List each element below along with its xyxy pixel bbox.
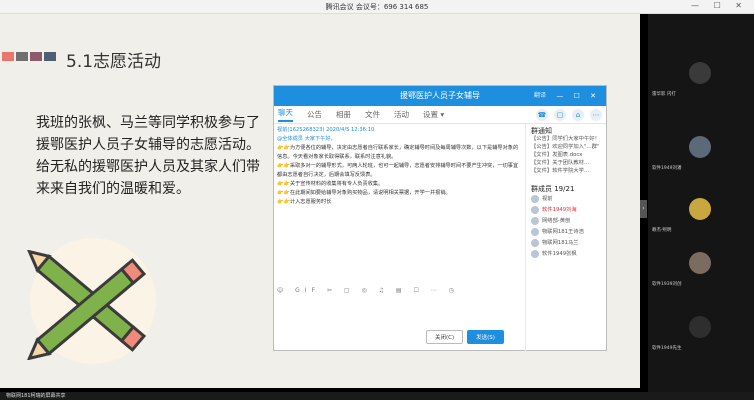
- member-item[interactable]: 物联网181马兰: [531, 237, 607, 248]
- tab-files[interactable]: 文件: [365, 109, 380, 120]
- message-line: 👉👉为方便各位的辅导，决定由志愿者自行联系家长，确定辅导时间及每周辅导次数，以下…: [277, 145, 519, 160]
- color-block: [2, 52, 14, 61]
- member-item[interactable]: 物联网181王诗浩: [531, 226, 607, 237]
- member-item[interactable]: 网络部-黄刨: [531, 215, 607, 226]
- member-item[interactable]: 软件1949刘海: [531, 204, 607, 215]
- notice-item[interactable]: 【文件】软件学院大学…: [531, 167, 607, 175]
- avatar: [531, 216, 539, 225]
- video-strip: 雷华影 闪打 软件1949刘潘 赖杰·熙明 软件1939刘创 软件1949先生: [648, 14, 754, 392]
- notice-item[interactable]: 【公告】欢迎同学加入"…群": [531, 143, 607, 151]
- collapse-handle[interactable]: ›: [640, 200, 647, 218]
- video-tile[interactable]: 软件1939刘创: [648, 246, 754, 289]
- video-tile[interactable]: 软件1949刘潘: [648, 130, 754, 173]
- screen-icon[interactable]: ▢: [554, 109, 566, 121]
- chat-messages: 视前(1625268323) 2020/4/5 12:36:10 @全体成员 大…: [277, 126, 521, 276]
- home-icon[interactable]: ⌂: [572, 109, 584, 121]
- title-bar: 腾讯会议 会议号：696 314 685 — ☐ ✕: [0, 0, 754, 14]
- group-tabs: 聊天 公告 相册 文件 活动 设置 ▾ ☎ ▢ ⌂ ⋯: [274, 106, 606, 124]
- group-sidebar: 群通知 【公告】同学们大家中午好！ 【公告】欢迎同学加入"…群" 【文件】发图表…: [525, 124, 607, 351]
- send-button[interactable]: 发送(S): [467, 330, 504, 344]
- notice-item[interactable]: 【文件】关于团队教材…: [531, 159, 607, 167]
- color-block: [44, 52, 56, 61]
- notice-item[interactable]: 【公告】同学们大家中午好！: [531, 135, 607, 143]
- avatar: [531, 194, 539, 203]
- screen-share-banner: 物联网181柯瑞的屏幕共享: [0, 392, 754, 400]
- group-chat-window: 援鄂医护人员子女辅导 翻译 — ☐ ✕ 聊天 公告 相册 文件 活动 设置 ▾ …: [273, 85, 607, 351]
- message-header: 视前(1625268323) 2020/4/5 12:36:10: [277, 127, 375, 133]
- title-color-blocks: [2, 52, 56, 61]
- video-tile[interactable]: 赖杰·熙明: [648, 192, 754, 235]
- message-line: 👉👉关于宣传材料的收集将有专人负责收集。: [277, 181, 384, 187]
- avatar: [689, 62, 711, 84]
- message-line: 👉👉计入志愿服务时长: [277, 199, 332, 205]
- avatar: [531, 205, 539, 214]
- phone-icon[interactable]: ☎: [536, 109, 548, 121]
- color-block: [16, 52, 28, 61]
- presentation-slide: 5.1志愿活动 我班的张枫、马兰等同学积极参与了援鄂医护人员子女辅导的志愿活动。…: [0, 14, 640, 388]
- thumbs-icon: 👉👉: [277, 145, 290, 151]
- message-line: @全体成员 大家下午好，: [277, 136, 336, 142]
- avatar: [689, 252, 711, 274]
- member-item[interactable]: 视前: [531, 193, 607, 204]
- tab-chat[interactable]: 聊天: [278, 107, 293, 122]
- member-item[interactable]: 软件1949张枫: [531, 248, 607, 259]
- color-block: [30, 52, 42, 61]
- tab-settings[interactable]: 设置 ▾: [423, 109, 444, 120]
- chat-toolbar[interactable]: ☺ GIF ✂ ▢ ◎ ♫ ▤ ☐ ⋯ ◷: [277, 287, 521, 298]
- avatar: [531, 249, 539, 258]
- avatar: [689, 316, 711, 338]
- slide-paragraph: 我班的张枫、马兰等同学积极参与了援鄂医护人员子女辅导的志愿活动。给无私的援鄂医护…: [36, 115, 260, 197]
- thumbs-icon: 👉👉: [277, 163, 290, 169]
- crossed-pencils-icon: [26, 250, 147, 360]
- group-window-controls[interactable]: — ☐ ✕: [556, 86, 600, 106]
- message-line: 👉👉在此期间如要给辅导对象购买物品，请说明相关票据，开学一并报销。: [277, 190, 451, 196]
- close-button[interactable]: 关闭(C): [426, 330, 464, 344]
- slide-title: 5.1志愿活动: [66, 52, 162, 72]
- tab-activity[interactable]: 活动: [394, 109, 409, 120]
- more-icon[interactable]: ⋯: [590, 109, 602, 121]
- group-title: 援鄂医护人员子女辅导: [400, 91, 480, 100]
- avatar: [531, 227, 539, 236]
- message-line: 👉👉采取多对一的辅导形式，可两人轮班，也可一起辅导，志愿者安排辅导时间不要产生冲…: [277, 163, 519, 178]
- notice-title: 群通知: [531, 127, 552, 135]
- members-title: 群成员 19/21: [531, 185, 575, 193]
- window-title: 腾讯会议 会议号：696 314 685: [325, 3, 429, 11]
- tab-notice[interactable]: 公告: [307, 109, 322, 120]
- video-tile[interactable]: 雷华影 闪打: [648, 56, 754, 99]
- notice-item[interactable]: 【文件】发图表.docx: [531, 151, 607, 159]
- group-window-header: 援鄂医护人员子女辅导 翻译 — ☐ ✕: [274, 86, 606, 106]
- video-tile[interactable]: 软件1949先生: [648, 310, 754, 353]
- window-controls[interactable]: — ☐ ✕: [691, 1, 748, 10]
- thumbs-icon: 👉👉: [277, 181, 290, 187]
- avatar: [531, 238, 539, 247]
- translate-label[interactable]: 翻译: [534, 86, 546, 106]
- avatar: [689, 136, 711, 158]
- thumbs-icon: 👉👉: [277, 199, 290, 205]
- tab-album[interactable]: 相册: [336, 109, 351, 120]
- avatar: [689, 198, 711, 220]
- thumbs-icon: 👉👉: [277, 190, 290, 196]
